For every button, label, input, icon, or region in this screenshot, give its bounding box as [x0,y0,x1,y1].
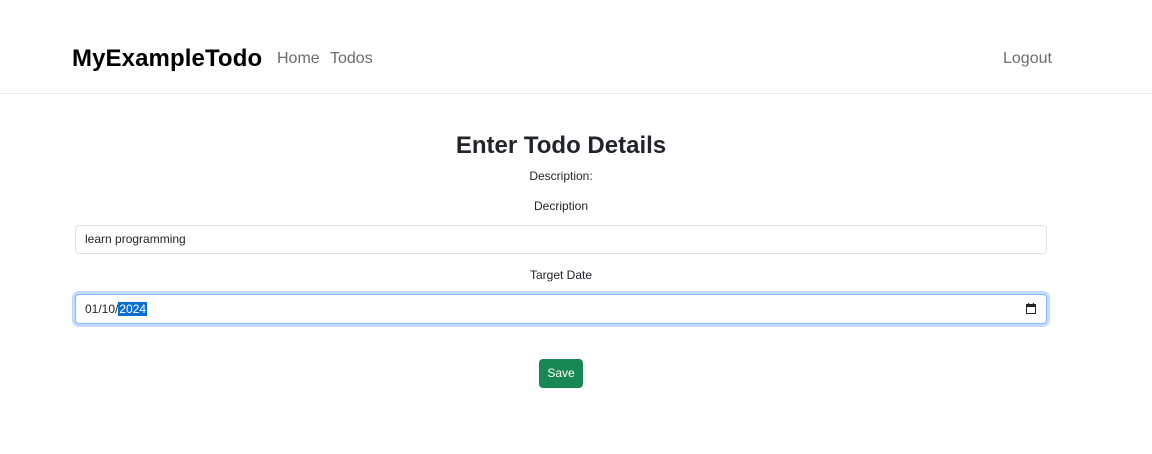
description-label: Decription [533,199,589,213]
nav-link-logout[interactable]: Logout [1003,50,1052,68]
nav-link-home[interactable]: Home [277,50,320,68]
calendar-icon[interactable] [1026,303,1036,314]
target-date-month-day: 01/10/ [85,302,119,316]
description-input-value: learn programming [85,232,186,246]
save-button[interactable]: Save [539,359,583,388]
target-date-input[interactable]: 01/10/2024 [75,294,1047,324]
navbar: MyExampleTodo Home Todos Logout [0,0,1152,94]
page-title: Enter Todo Details [455,132,667,159]
brand-logo-text[interactable]: MyExampleTodo [72,45,262,73]
target-date-label: Target Date [529,268,593,282]
target-date-year-selected: 2024 [118,302,148,316]
nav-link-todos[interactable]: Todos [330,50,373,68]
description-input[interactable]: learn programming [75,225,1047,254]
description-heading: Description: [529,169,593,183]
